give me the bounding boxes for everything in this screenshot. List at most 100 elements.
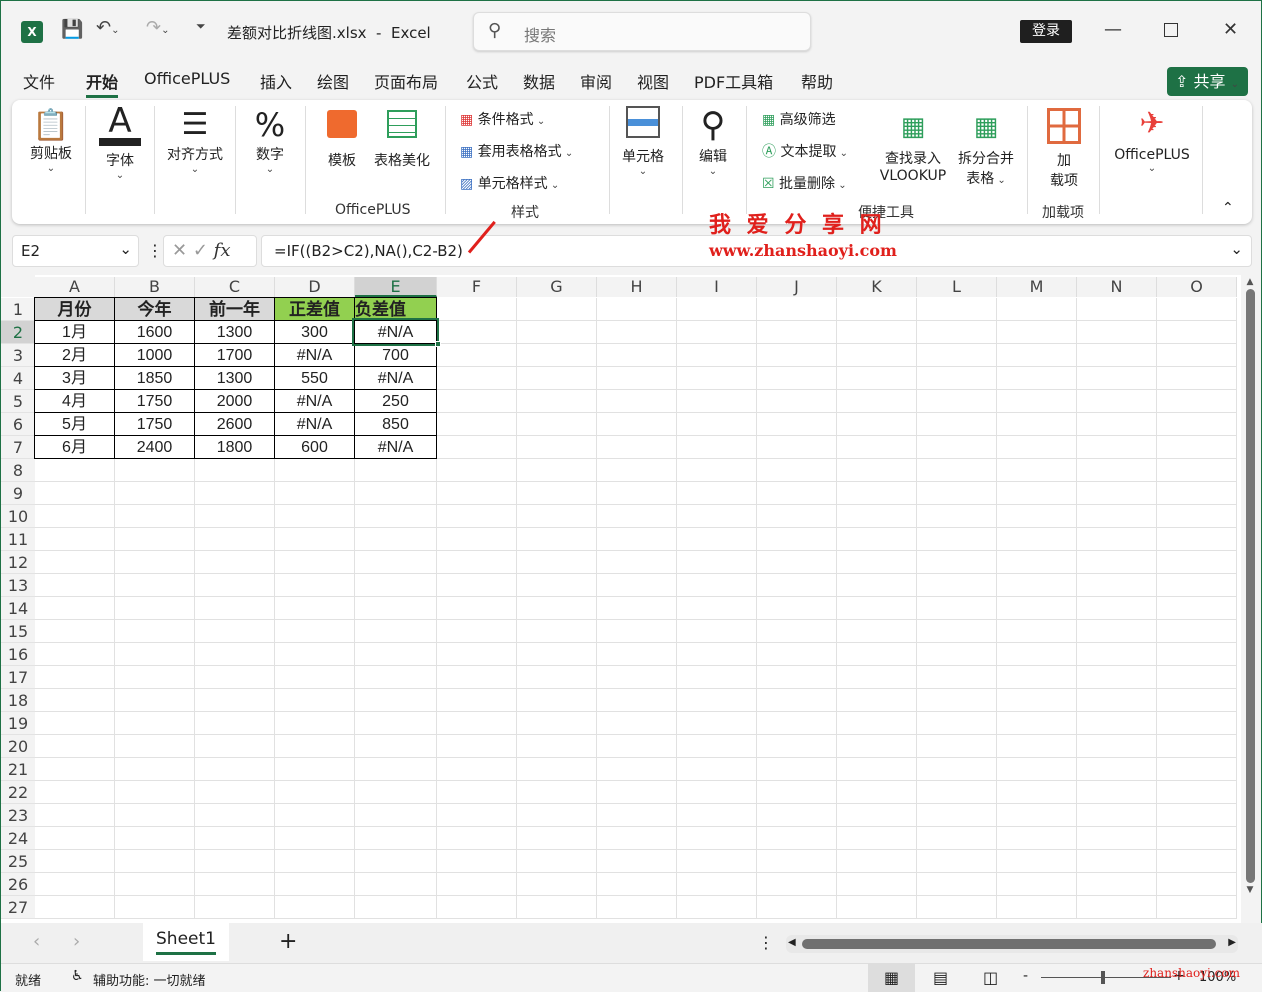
vertical-scroll-thumb[interactable] xyxy=(1246,289,1255,883)
cell[interactable] xyxy=(837,551,917,574)
cell[interactable] xyxy=(597,321,677,344)
cell[interactable] xyxy=(1157,436,1237,459)
cell[interactable] xyxy=(597,758,677,781)
cell[interactable] xyxy=(1157,712,1237,735)
cell[interactable] xyxy=(677,804,757,827)
cell[interactable] xyxy=(677,666,757,689)
cell[interactable] xyxy=(757,528,837,551)
cell[interactable] xyxy=(917,390,997,413)
cell[interactable] xyxy=(837,413,917,436)
tab-draw[interactable]: 绘图 xyxy=(317,69,349,93)
cell[interactable] xyxy=(437,712,517,735)
cell[interactable] xyxy=(757,643,837,666)
cell[interactable] xyxy=(355,597,437,620)
maximize-button[interactable] xyxy=(1164,23,1178,37)
cell[interactable] xyxy=(437,482,517,505)
cell[interactable] xyxy=(355,643,437,666)
cell[interactable] xyxy=(195,551,275,574)
cell[interactable] xyxy=(437,413,517,436)
cell[interactable] xyxy=(917,620,997,643)
cell[interactable] xyxy=(597,735,677,758)
cell[interactable] xyxy=(517,689,597,712)
cell[interactable] xyxy=(437,528,517,551)
cell[interactable] xyxy=(997,758,1077,781)
cell[interactable] xyxy=(275,574,355,597)
cell[interactable] xyxy=(35,781,115,804)
cell[interactable] xyxy=(355,689,437,712)
cell[interactable] xyxy=(275,459,355,482)
cell[interactable] xyxy=(517,413,597,436)
cell[interactable] xyxy=(275,505,355,528)
cell[interactable] xyxy=(1157,344,1237,367)
row-header[interactable]: 9 xyxy=(1,482,35,505)
cell[interactable] xyxy=(1077,597,1157,620)
cell[interactable] xyxy=(355,459,437,482)
cell[interactable] xyxy=(35,551,115,574)
cell[interactable] xyxy=(437,666,517,689)
select-all-corner[interactable] xyxy=(1,275,35,297)
cell[interactable] xyxy=(355,505,437,528)
cell[interactable] xyxy=(997,804,1077,827)
cell[interactable] xyxy=(757,873,837,896)
cell[interactable] xyxy=(517,735,597,758)
advanced-filter-button[interactable]: ▦ 高级筛选 xyxy=(762,109,836,129)
cell[interactable] xyxy=(597,436,677,459)
row-header[interactable]: 11 xyxy=(1,528,35,551)
cell[interactable] xyxy=(837,666,917,689)
cell[interactable] xyxy=(35,758,115,781)
cell[interactable] xyxy=(677,459,757,482)
table-format-button[interactable]: ▦ 套用表格格式 ⌄ xyxy=(460,141,573,161)
cell[interactable] xyxy=(597,298,677,321)
cell[interactable] xyxy=(1077,666,1157,689)
scroll-down-icon[interactable]: ▼ xyxy=(1241,885,1259,895)
cell[interactable] xyxy=(35,896,115,919)
cell[interactable] xyxy=(597,712,677,735)
cell[interactable] xyxy=(677,597,757,620)
selected-cell[interactable]: #N/A xyxy=(354,320,437,344)
page-break-view-icon[interactable]: ◫ xyxy=(983,968,998,987)
cell[interactable] xyxy=(437,804,517,827)
row-header[interactable]: 21 xyxy=(1,758,35,781)
cell[interactable] xyxy=(35,620,115,643)
cell[interactable] xyxy=(837,298,917,321)
cell[interactable] xyxy=(837,597,917,620)
cell[interactable] xyxy=(517,367,597,390)
cells-button[interactable]: 单元格⌄ xyxy=(618,106,668,177)
cell[interactable] xyxy=(355,551,437,574)
cell[interactable] xyxy=(917,896,997,919)
row-header[interactable]: 26 xyxy=(1,873,35,896)
tab-page-layout[interactable]: 页面布局 xyxy=(374,69,438,93)
cell[interactable] xyxy=(757,574,837,597)
cell[interactable] xyxy=(837,436,917,459)
cell[interactable] xyxy=(597,781,677,804)
cell[interactable] xyxy=(355,574,437,597)
cell[interactable] xyxy=(517,896,597,919)
cell[interactable] xyxy=(517,482,597,505)
cell[interactable] xyxy=(437,827,517,850)
row-header[interactable]: 12 xyxy=(1,551,35,574)
row-header[interactable]: 10 xyxy=(1,505,35,528)
column-header-A[interactable]: A xyxy=(35,277,115,297)
column-header-O[interactable]: O xyxy=(1157,277,1237,297)
cell[interactable] xyxy=(275,620,355,643)
cell[interactable] xyxy=(997,413,1077,436)
table-cell[interactable]: 1800 xyxy=(194,435,275,459)
cell[interactable] xyxy=(35,505,115,528)
cell[interactable] xyxy=(677,551,757,574)
cell[interactable] xyxy=(1077,735,1157,758)
cell[interactable] xyxy=(1077,758,1157,781)
cell[interactable] xyxy=(997,528,1077,551)
cell[interactable] xyxy=(837,459,917,482)
cell[interactable] xyxy=(355,804,437,827)
cell[interactable] xyxy=(1157,413,1237,436)
row-header[interactable]: 6 xyxy=(1,413,35,436)
cell[interactable] xyxy=(1157,781,1237,804)
scroll-right-icon[interactable]: ▶ xyxy=(1228,937,1236,948)
cell[interactable] xyxy=(195,597,275,620)
cell[interactable] xyxy=(997,827,1077,850)
cell[interactable] xyxy=(757,896,837,919)
cell[interactable] xyxy=(1157,597,1237,620)
cell[interactable] xyxy=(837,620,917,643)
table-cell[interactable]: 1000 xyxy=(114,343,195,367)
cell[interactable] xyxy=(837,689,917,712)
